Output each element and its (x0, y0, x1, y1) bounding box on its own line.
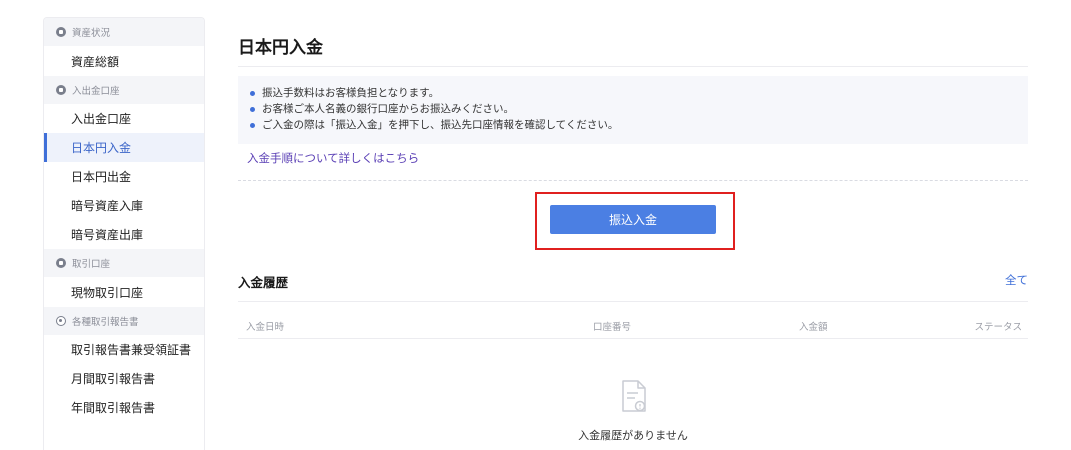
notice-text: お客様ご本人名義の銀行口座からお振込みください。 (262, 103, 514, 115)
sidebar-item-deposit-account[interactable]: 入出金口座 (44, 104, 204, 133)
sidebar-item-jpy-withdrawal[interactable]: 日本円出金 (44, 162, 204, 191)
sidebar-item-crypto-withdrawal[interactable]: 暗号資産出庫 (44, 220, 204, 249)
wallet-icon (56, 85, 66, 95)
notice-item: ご入金の際は「振込入金」を押下し、振込先口座情報を確認してください。 (250, 117, 1028, 133)
title-divider (238, 66, 1028, 67)
column-header-amount: 入金額 (799, 322, 828, 333)
deposit-help-link[interactable]: 入金手順について詳しくはこちら (247, 150, 419, 166)
history-table-header: 入金日時 口座番号 入金額 ステータス (238, 302, 1028, 338)
sidebar-section-trading-accounts: 取引口座 (44, 249, 204, 277)
notice-item: 振込手数料はお客様負担となります。 (250, 85, 1028, 101)
sidebar-section-label: 各種取引報告書 (72, 317, 139, 328)
report-icon (56, 316, 66, 326)
section-divider (238, 180, 1028, 181)
history-title: 入金履歴 (238, 275, 289, 290)
view-all-link[interactable]: 全て (1005, 272, 1028, 288)
bullet-icon (250, 122, 255, 128)
sidebar-item-spot-account[interactable]: 現物取引口座 (44, 277, 204, 307)
sidebar-section-assets: 資産状況 (44, 18, 204, 46)
sidebar-item-jpy-deposit[interactable]: 日本円入金 (44, 133, 204, 162)
trading-icon (56, 258, 66, 268)
main-content: 日本円入金 振込手数料はお客様負担となります。 お客様ご本人名義の銀行口座からお… (238, 0, 1028, 450)
empty-history-message: 入金履歴がありません (578, 429, 688, 442)
page-title: 日本円入金 (238, 38, 323, 58)
sidebar-section-deposit-accounts: 入出金口座 (44, 76, 204, 104)
column-header-status: ステータス (974, 322, 1022, 333)
notice-text: ご入金の際は「振込入金」を押下し、振込先口座情報を確認してください。 (262, 119, 619, 131)
notice-box: 振込手数料はお客様負担となります。 お客様ご本人名義の銀行口座からお振込みくださ… (238, 76, 1028, 144)
bullet-icon (250, 90, 255, 96)
sidebar-section-reports: 各種取引報告書 (44, 307, 204, 335)
sidebar-item-crypto-deposit[interactable]: 暗号資産入庫 (44, 191, 204, 220)
notice-text: 振込手数料はお客様負担となります。 (262, 87, 440, 99)
sidebar: 資産状況 資産総額 入出金口座 入出金口座 日本円入金 日本円出金 暗号資産入庫… (43, 17, 205, 450)
sidebar-section-label: 資産状況 (72, 28, 111, 39)
bullet-icon (250, 106, 255, 112)
column-header-date: 入金日時 (246, 322, 285, 333)
sidebar-section-label: 取引口座 (72, 259, 111, 270)
notice-item: お客様ご本人名義の銀行口座からお振込みください。 (250, 101, 1028, 117)
empty-document-icon (622, 380, 646, 412)
column-header-account: 口座番号 (593, 322, 632, 333)
transfer-deposit-button[interactable]: 振込入金 (550, 205, 716, 234)
assets-icon (56, 27, 66, 37)
sidebar-item-total-assets[interactable]: 資産総額 (44, 46, 204, 76)
sidebar-item-annual-report[interactable]: 年間取引報告書 (44, 393, 204, 422)
sidebar-section-label: 入出金口座 (72, 86, 120, 97)
table-header-divider (238, 338, 1028, 339)
sidebar-item-monthly-report[interactable]: 月間取引報告書 (44, 364, 204, 393)
sidebar-item-trade-report-receipt[interactable]: 取引報告書兼受領証書 (44, 335, 204, 364)
